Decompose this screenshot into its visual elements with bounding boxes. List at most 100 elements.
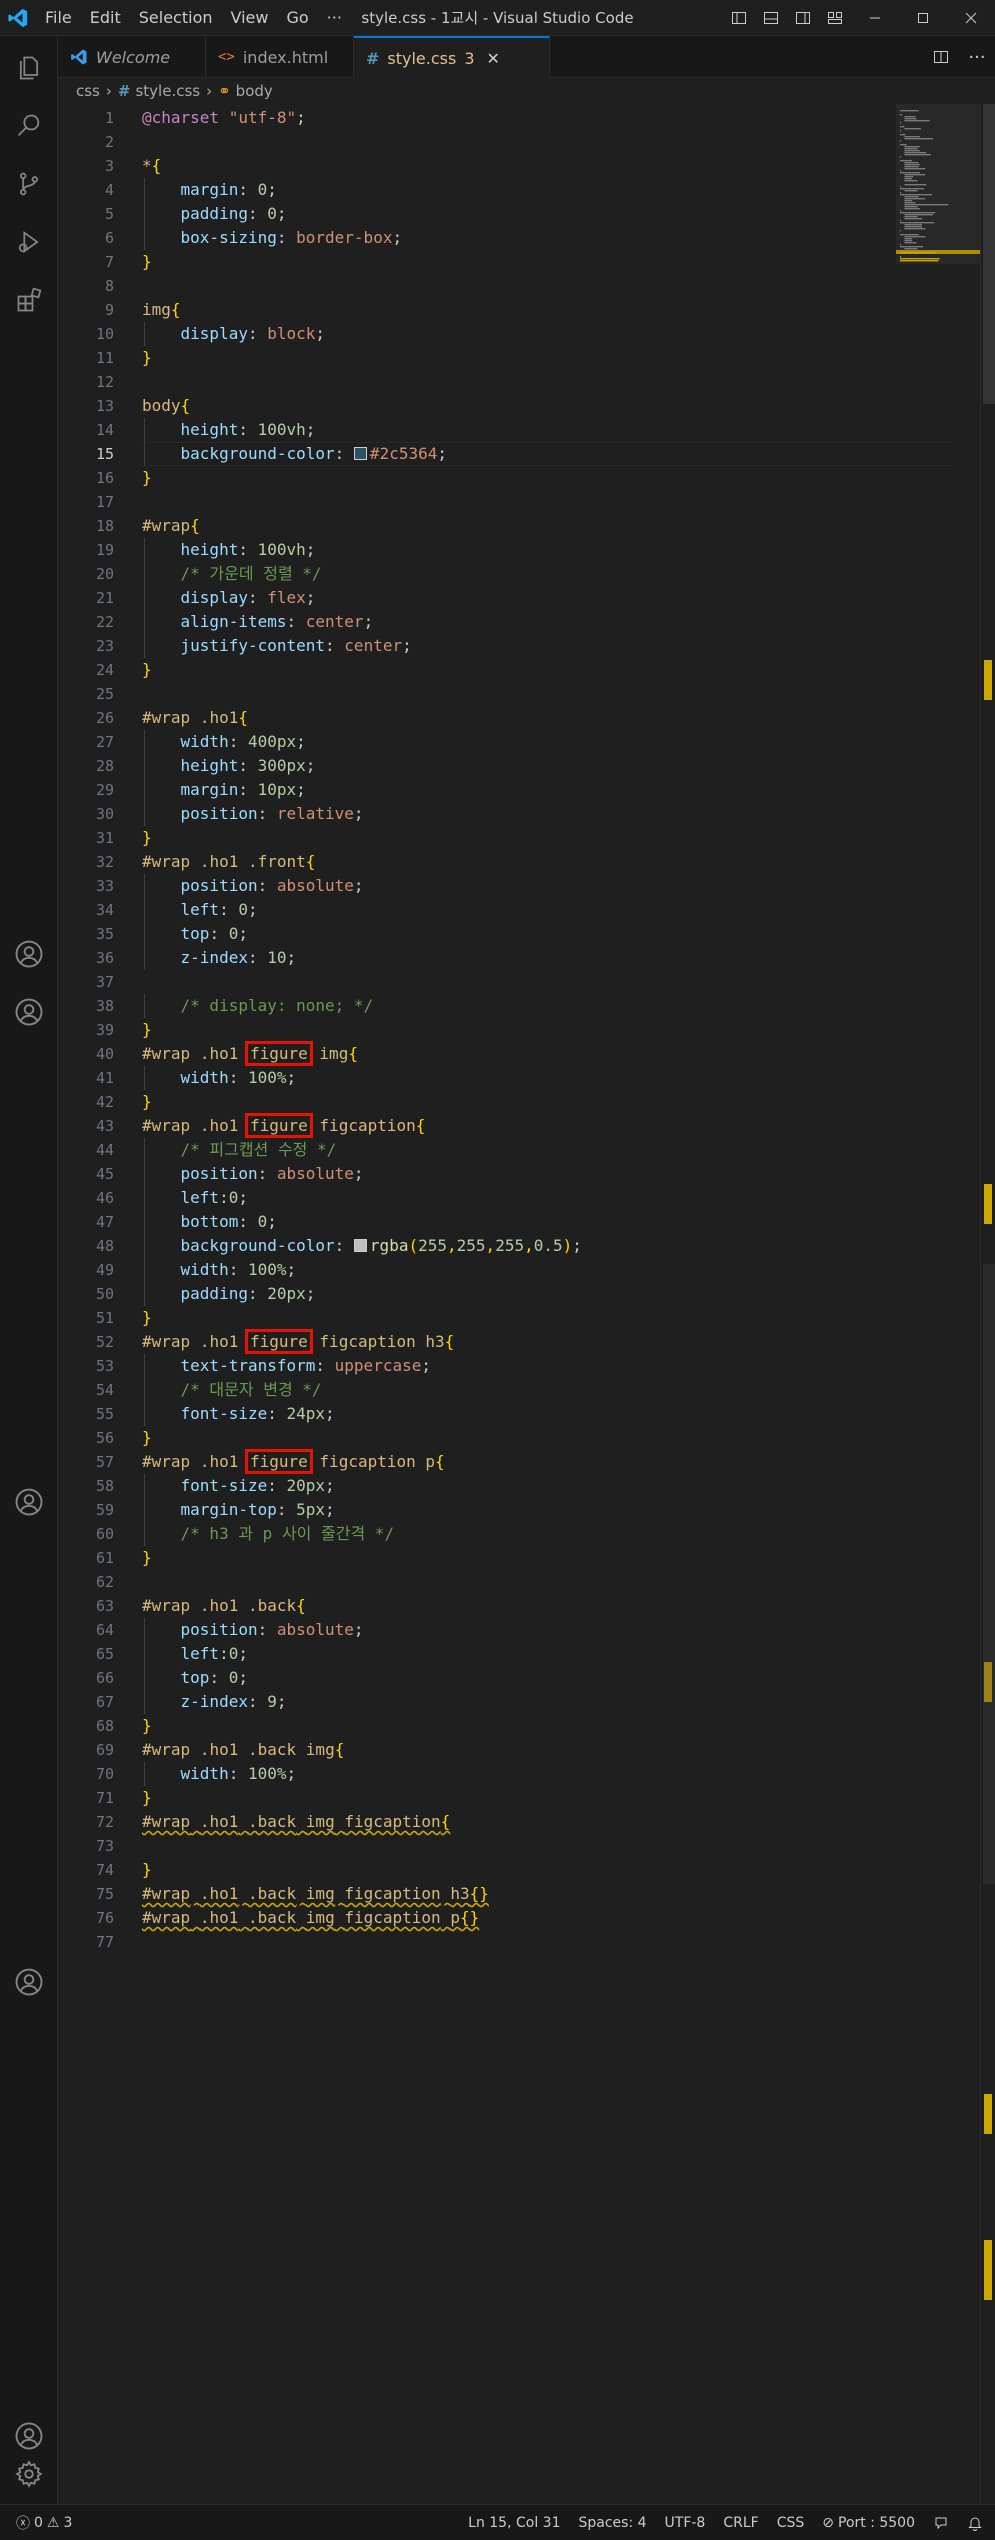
minimap[interactable] [896, 104, 980, 2504]
code-line[interactable]: 12 [58, 370, 938, 394]
extensions-icon[interactable] [0, 272, 58, 328]
code-line[interactable]: 45 position: absolute; [58, 1162, 938, 1186]
minimize-icon[interactable] [851, 0, 899, 36]
code-line[interactable]: 44 /* 피그캡션 수정 */ [58, 1138, 938, 1162]
vertical-scrollbar[interactable] [980, 104, 995, 2504]
code-line[interactable]: 40 #wrap .ho1 figure img{ [58, 1041, 938, 1066]
menu-view[interactable]: View [222, 0, 278, 36]
code-line[interactable]: 19 height: 100vh; [58, 538, 938, 562]
code-line[interactable]: 34 left: 0; [58, 898, 938, 922]
tab-style-css[interactable]: # style.css 3 ✕ [354, 36, 550, 79]
code-line[interactable]: 10 display: block; [58, 322, 938, 346]
code-line[interactable]: 62 [58, 1570, 938, 1594]
gear-icon[interactable] [0, 2446, 58, 2502]
code-line[interactable]: 33 position: absolute; [58, 874, 938, 898]
code-line[interactable]: 24} [58, 658, 938, 682]
code-line[interactable]: 77 [58, 1930, 938, 1954]
code-line[interactable]: 75 #wrap .ho1 .back img figcaption h3{} [58, 1882, 938, 1906]
more-actions-icon[interactable]: ··· [959, 47, 995, 68]
code-line[interactable]: 43 #wrap .ho1 figure figcaption{ [58, 1113, 938, 1138]
menu-go[interactable]: Go [277, 0, 317, 36]
code-line[interactable]: 5 padding: 0; [58, 202, 938, 226]
explorer-icon[interactable] [0, 40, 58, 96]
toggle-secondary-sidebar-icon[interactable] [787, 0, 819, 36]
code-line[interactable]: 29 margin: 10px; [58, 778, 938, 802]
code-line[interactable]: 74} [58, 1858, 938, 1882]
code-line[interactable]: 64 position: absolute; [58, 1618, 938, 1642]
live-server-port[interactable]: ⊘ Port : 5500 [813, 2515, 924, 2531]
maximize-icon[interactable] [899, 0, 947, 36]
code-line[interactable]: 38 /* display: none; */ [58, 994, 938, 1018]
code-line[interactable]: 17 [58, 490, 938, 514]
breadcrumb-symbol[interactable]: body [236, 82, 273, 100]
close-icon[interactable]: ✕ [487, 49, 500, 68]
code-line[interactable]: 37 [58, 970, 938, 994]
code-line[interactable]: 67 z-index: 9; [58, 1690, 938, 1714]
breadcrumb-folder[interactable]: css [76, 82, 100, 100]
language-mode[interactable]: CSS [768, 2515, 814, 2531]
code-line[interactable]: 26 #wrap .ho1{ [58, 706, 938, 730]
account-icon[interactable] [0, 984, 58, 1040]
code-line[interactable]: 61} [58, 1546, 938, 1570]
customize-layout-icon[interactable] [819, 0, 851, 36]
code-line[interactable]: 69 #wrap .ho1 .back img{ [58, 1738, 938, 1762]
code-line[interactable]: 35 top: 0; [58, 922, 938, 946]
code-line[interactable]: 23 justify-content: center; [58, 634, 938, 658]
code-line[interactable]: 57 #wrap .ho1 figure figcaption p{ [58, 1449, 938, 1474]
menu-selection[interactable]: Selection [130, 0, 222, 36]
search-icon[interactable] [0, 98, 58, 154]
feedback-icon[interactable] [924, 2515, 958, 2531]
code-line[interactable]: 55 font-size: 24px; [58, 1402, 938, 1426]
code-line[interactable]: 30 position: relative; [58, 802, 938, 826]
code-line[interactable]: 59 margin-top: 5px; [58, 1498, 938, 1522]
code-line[interactable]: 60 /* h3 과 p 사이 줄간격 */ [58, 1522, 938, 1546]
code-line[interactable]: 73 [58, 1834, 938, 1858]
menu-edit[interactable]: Edit [81, 0, 130, 36]
indentation[interactable]: Spaces: 4 [570, 2515, 656, 2531]
source-control-icon[interactable] [0, 156, 58, 212]
code-line[interactable]: 7} [58, 250, 938, 274]
problems-indicator[interactable]: ⓧ 0 ⚠ 3 [0, 2513, 81, 2533]
code-line[interactable]: 49 width: 100%; [58, 1258, 938, 1282]
code-line[interactable]: 13 body{ [58, 394, 938, 418]
account-icon[interactable] [0, 1954, 58, 2010]
run-debug-icon[interactable] [0, 214, 58, 270]
tab-index-html[interactable]: <> index.html [206, 36, 354, 78]
code-line[interactable]: 66 top: 0; [58, 1666, 938, 1690]
code-line[interactable]: 72 #wrap .ho1 .back img figcaption{ [58, 1810, 938, 1834]
code-line[interactable]: 53 text-transform: uppercase; [58, 1354, 938, 1378]
code-line[interactable]: 14 height: 100vh; [58, 418, 938, 442]
split-editor-icon[interactable] [923, 49, 959, 65]
code-line[interactable]: 32 #wrap .ho1 .front{ [58, 850, 938, 874]
code-line[interactable]: 4 margin: 0; [58, 178, 938, 202]
code-line[interactable]: 76 #wrap .ho1 .back img figcaption p{} [58, 1906, 938, 1930]
code-line[interactable]: 68} [58, 1714, 938, 1738]
code-line[interactable]: 20 /* 가운데 정렬 */ [58, 562, 938, 586]
toggle-panel-icon[interactable] [755, 0, 787, 36]
cursor-position[interactable]: Ln 15, Col 31 [459, 2515, 569, 2531]
vscode-logo-icon[interactable] [0, 0, 36, 36]
code-line[interactable]: 56} [58, 1426, 938, 1450]
code-line[interactable]: 28 height: 300px; [58, 754, 938, 778]
code-line[interactable]: 1 @charset "utf-8"; [58, 106, 938, 130]
code-line[interactable]: 42} [58, 1090, 938, 1114]
code-line[interactable]: 3 *{ [58, 154, 938, 178]
line-ending[interactable]: CRLF [714, 2515, 767, 2531]
toggle-primary-sidebar-icon[interactable] [723, 0, 755, 36]
code-line[interactable]: 2 [58, 130, 938, 154]
code-line[interactable]: 8 [58, 274, 938, 298]
close-window-icon[interactable] [947, 0, 995, 36]
code-line[interactable]: 54 /* 대문자 변경 */ [58, 1378, 938, 1402]
code-line[interactable]: 39} [58, 1018, 938, 1042]
menu-more[interactable]: ··· [318, 0, 351, 36]
code-line[interactable]: 70 width: 100%; [58, 1762, 938, 1786]
code-line[interactable]: 25 [58, 682, 938, 706]
code-line[interactable]: 71} [58, 1786, 938, 1810]
code-line[interactable]: 41 width: 100%; [58, 1066, 938, 1090]
code-line[interactable]: 21 display: flex; [58, 586, 938, 610]
code-line[interactable]: 6 box-sizing: border-box; [58, 226, 938, 250]
code-line[interactable]: 36 z-index: 10; [58, 946, 938, 970]
code-line[interactable]: 63 #wrap .ho1 .back{ [58, 1594, 938, 1618]
code-line[interactable]: 9 img{ [58, 298, 938, 322]
code-line[interactable]: 31} [58, 826, 938, 850]
